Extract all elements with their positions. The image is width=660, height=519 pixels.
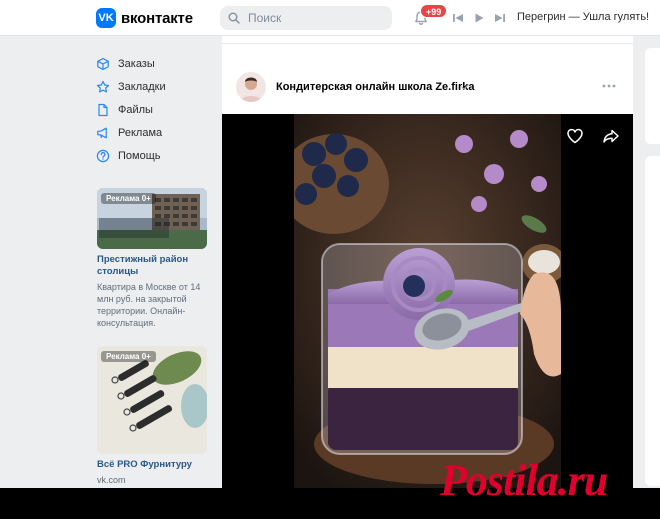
- box-icon: [97, 57, 109, 70]
- prev-icon: [453, 14, 463, 22]
- verified-icon: [461, 84, 469, 90]
- menu-item-bookmarks[interactable]: Закладки: [96, 75, 216, 98]
- notification-badge: +99: [420, 4, 448, 18]
- post-author-name[interactable]: Кондитерская онлайн школа Ze.firka: [276, 81, 474, 93]
- avatar-image: [236, 72, 266, 102]
- ad-image[interactable]: Реклама 0+: [97, 346, 207, 454]
- ad-block-hardware[interactable]: Реклама 0+ Всё PRO Фурнитуру vk.com: [97, 346, 207, 486]
- next-icon: [495, 14, 505, 22]
- ad-title[interactable]: Всё PRO Фурнитуру: [97, 459, 207, 471]
- vk-logo-icon: VK: [96, 8, 116, 28]
- ad-label-badge: Реклама 0+: [101, 193, 156, 204]
- help-icon: [96, 149, 110, 162]
- post-media[interactable]: [222, 114, 633, 488]
- play-icon: [475, 13, 484, 23]
- watermark-logo: Postila.ru: [440, 456, 608, 505]
- ad-image[interactable]: Реклама 0+: [97, 188, 207, 249]
- menu-item-label: Помощь: [118, 149, 161, 162]
- vk-logo[interactable]: VK вконтакте: [96, 8, 193, 28]
- prev-track-button[interactable]: [451, 11, 465, 25]
- post-card: Кондитерская онлайн школа Ze.firka: [222, 36, 633, 488]
- zipper-pulls-image: [97, 346, 207, 454]
- menu-item-files[interactable]: Файлы: [96, 98, 216, 121]
- avatar[interactable]: [236, 72, 266, 102]
- menu-item-label: Файлы: [118, 103, 153, 116]
- next-track-button[interactable]: [493, 11, 507, 25]
- right-column-panel: [645, 156, 660, 486]
- heart-icon[interactable]: [566, 127, 584, 145]
- ad-domain[interactable]: vk.com: [97, 474, 207, 486]
- dessert-photo: [294, 114, 561, 488]
- menu-item-label: Реклама: [118, 126, 163, 139]
- search-placeholder: Поиск: [248, 11, 282, 25]
- ad-block-realty[interactable]: Реклама 0+ Престижный район столицы Квар…: [97, 188, 207, 329]
- ad-description: Квартира в Москве от 14 млн руб. на закр…: [97, 282, 201, 328]
- previous-post-edge: [222, 36, 633, 44]
- star-icon: [96, 80, 110, 92]
- logo-text: вконтакте: [121, 9, 193, 27]
- top-header: VK вконтакте Поиск +99 Перегрин — Ушла г…: [0, 0, 660, 36]
- share-icon[interactable]: [602, 127, 620, 145]
- menu-item-ads[interactable]: Реклама: [96, 121, 216, 144]
- menu-item-help[interactable]: Помощь: [96, 144, 216, 167]
- left-menu: Заказы Закладки Файлы Реклама Помощь: [96, 52, 216, 167]
- play-button[interactable]: [472, 11, 486, 25]
- menu-item-label: Закладки: [118, 80, 166, 93]
- menu-item-label: Заказы: [118, 57, 155, 70]
- right-column-panel: [645, 48, 660, 144]
- ad-title[interactable]: Престижный район столицы: [97, 254, 207, 278]
- search-input[interactable]: Поиск: [220, 6, 392, 30]
- now-playing-title[interactable]: Перегрин — Ушла гулять!: [517, 11, 649, 23]
- file-icon: [98, 103, 108, 116]
- megaphone-icon: [97, 127, 107, 138]
- ad-label-badge: Реклама 0+: [101, 351, 156, 362]
- search-icon: [228, 12, 240, 24]
- menu-item-orders[interactable]: Заказы: [96, 52, 216, 75]
- more-options-icon[interactable]: [602, 84, 616, 88]
